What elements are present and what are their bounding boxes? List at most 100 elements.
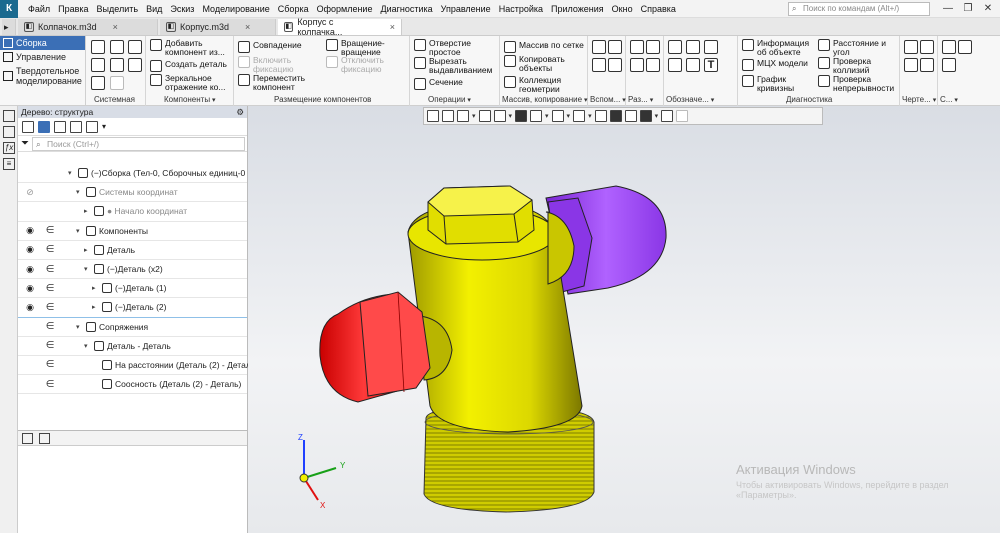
include-icon[interactable]: ∈	[45, 225, 55, 236]
tree-row[interactable]: ▸ ● Начало координат	[18, 202, 247, 222]
table-icon[interactable]	[686, 58, 700, 72]
coincide-button[interactable]: Совпадение	[238, 41, 320, 53]
tolerance-icon[interactable]	[704, 40, 718, 54]
tree-row[interactable]: ◉ ∈ ▸ (−)Деталь (1)	[18, 279, 247, 299]
eye-icon[interactable]: ◉	[24, 264, 36, 275]
move-component-button[interactable]: Переместить компонент	[238, 74, 320, 92]
cut-extrude-button[interactable]: Вырезать выдавливанием	[414, 57, 498, 75]
filter-icon[interactable]: ⏷	[18, 138, 32, 149]
doc-tab-korpus-s-kolpachkami[interactable]: ◧ Корпус с колпачка... ×	[278, 17, 402, 37]
3d-viewport[interactable]: ▾ ▾ ▾ ▾ ▾ ▾ Z Y X Активация Windows Чтоб…	[248, 106, 1000, 533]
tree-structure-icon[interactable]	[22, 432, 33, 444]
include-icon[interactable]: ∈	[45, 321, 55, 332]
text-icon[interactable]: T	[704, 58, 718, 72]
grid-array-button[interactable]: Массив по сетке	[504, 41, 588, 53]
menu-item[interactable]: Эскиз	[166, 0, 198, 18]
tabs-menu-icon[interactable]: ▸	[2, 19, 16, 35]
menu-item[interactable]: Приложения	[547, 0, 608, 18]
menu-item[interactable]: Справка	[637, 0, 680, 18]
undo-icon[interactable]	[91, 76, 105, 90]
include-icon[interactable]: ∈	[45, 340, 55, 351]
distance-angle-button[interactable]: Расстояние и угол	[818, 39, 898, 57]
axis-icon[interactable]	[592, 40, 606, 54]
tree-row[interactable]: ∈ ▾ Деталь - Деталь	[18, 337, 247, 356]
include-icon[interactable]: ∈	[45, 244, 55, 255]
object-info-button[interactable]: Информация об объекте	[742, 39, 818, 57]
tree-row[interactable]: ◉ ∈ ▾ (−)Деталь (x2)	[18, 260, 247, 280]
menu-item[interactable]: Файл	[24, 0, 54, 18]
add-component-button[interactable]: Добавить компонент из...	[150, 39, 232, 57]
mode-management[interactable]: Управление	[0, 50, 85, 64]
tree-grid-icon[interactable]	[86, 120, 98, 133]
disable-fix-button[interactable]: Отключить фиксацию	[326, 56, 408, 74]
mirror-button[interactable]: Зеркальное отражение ко...	[150, 74, 232, 92]
close-tab-icon[interactable]: ×	[390, 22, 395, 32]
drawing-icon[interactable]	[904, 40, 918, 54]
variables-icon[interactable]: ƒx	[3, 142, 15, 154]
mass-properties-button[interactable]: МЦХ модели	[742, 59, 818, 71]
create-part-button[interactable]: Создать деталь	[150, 60, 232, 72]
tree-view-icon[interactable]	[70, 120, 82, 133]
tree-icon[interactable]	[3, 110, 15, 122]
save-icon[interactable]	[128, 40, 142, 54]
menu-item[interactable]: Сборка	[274, 0, 313, 18]
expand-toggle-icon[interactable]: ▾	[76, 188, 83, 196]
csys-icon[interactable]	[608, 58, 622, 72]
eye-icon[interactable]: ◉	[24, 302, 36, 313]
close-tab-icon[interactable]: ×	[245, 22, 250, 32]
chevron-down-icon[interactable]: ▾	[102, 122, 106, 131]
paste-icon[interactable]	[128, 58, 142, 72]
tree-row[interactable]: ⊘ ▾ Системы координат	[18, 183, 247, 203]
tree-row[interactable]: ◉ ∈ ▸ (−)Деталь (2)	[18, 298, 247, 318]
point-icon[interactable]	[592, 58, 606, 72]
settings-icon[interactable]	[942, 40, 956, 54]
tree-search-input[interactable]: ⌕ Поиск (Ctrl+/)	[32, 136, 245, 151]
angular-dim-icon[interactable]	[646, 40, 660, 54]
layers-icon[interactable]: ≡	[3, 158, 15, 170]
close-tab-icon[interactable]: ×	[113, 22, 118, 32]
library-icon[interactable]	[942, 58, 956, 72]
expand-toggle-icon[interactable]: ▾	[76, 227, 83, 235]
menu-item[interactable]: Диагностика	[376, 0, 436, 18]
include-icon[interactable]: ∈	[45, 264, 55, 275]
hex-nut[interactable]	[427, 185, 535, 245]
expand-toggle-icon[interactable]: ▸	[92, 303, 99, 311]
spec-icon[interactable]	[920, 40, 934, 54]
menu-item[interactable]: Выделить	[93, 0, 143, 18]
tree-row[interactable]: ▾ (−)Сборка (Тел-0, Сборочных единиц-0	[18, 164, 247, 184]
red-cap[interactable]	[319, 291, 431, 403]
menu-item[interactable]: Правка	[54, 0, 92, 18]
tree-row[interactable]: ∈ На расстоянии (Деталь (2) - Детал	[18, 356, 251, 376]
menu-item[interactable]: Настройка	[495, 0, 547, 18]
view-icon[interactable]	[904, 58, 918, 72]
tree-history-icon[interactable]	[54, 120, 66, 133]
minimize-button[interactable]: —	[938, 0, 958, 18]
mode-solid-modeling[interactable]: Твердотельное моделирование	[0, 64, 85, 88]
check-collisions-button[interactable]: Проверка коллизий	[818, 57, 898, 75]
expand-toggle-icon[interactable]: ▸	[84, 207, 91, 215]
eye-icon[interactable]: ◉	[24, 225, 36, 236]
expand-toggle-icon[interactable]: ▾	[84, 342, 91, 350]
tree-components-icon[interactable]	[38, 120, 50, 133]
include-icon[interactable]: ∈	[45, 359, 55, 370]
menu-item[interactable]: Вид	[142, 0, 166, 18]
print-icon[interactable]	[91, 58, 105, 72]
eye-hidden-icon[interactable]: ⊘	[24, 187, 36, 198]
radial-dim-icon[interactable]	[630, 58, 644, 72]
expand-toggle-icon[interactable]: ▸	[84, 246, 91, 254]
tree-row[interactable]: ◉ ∈ ▸ Деталь	[18, 241, 247, 260]
doc-tab-kolpachok[interactable]: ◧ Колпачок.m3d ×	[18, 19, 158, 35]
diameter-dim-icon[interactable]	[646, 58, 660, 72]
tree-structure-icon[interactable]	[22, 120, 34, 133]
include-icon[interactable]: ∈	[45, 302, 55, 313]
restore-button[interactable]: ❐	[958, 0, 978, 18]
geometry-collection-button[interactable]: Коллекция геометрии	[504, 76, 588, 94]
menu-item[interactable]: Оформление	[313, 0, 377, 18]
tree-row[interactable]: ∈ Соосность (Деталь (2) - Деталь)	[18, 375, 247, 395]
section-button[interactable]: Сечение	[414, 78, 498, 90]
menu-item[interactable]: Управление	[437, 0, 495, 18]
eye-icon[interactable]: ◉	[24, 244, 36, 255]
include-icon[interactable]: ∈	[45, 283, 55, 294]
plane-icon[interactable]	[608, 40, 622, 54]
command-search-input[interactable]: ⌕ Поиск по командам (Alt+/)	[788, 2, 930, 16]
